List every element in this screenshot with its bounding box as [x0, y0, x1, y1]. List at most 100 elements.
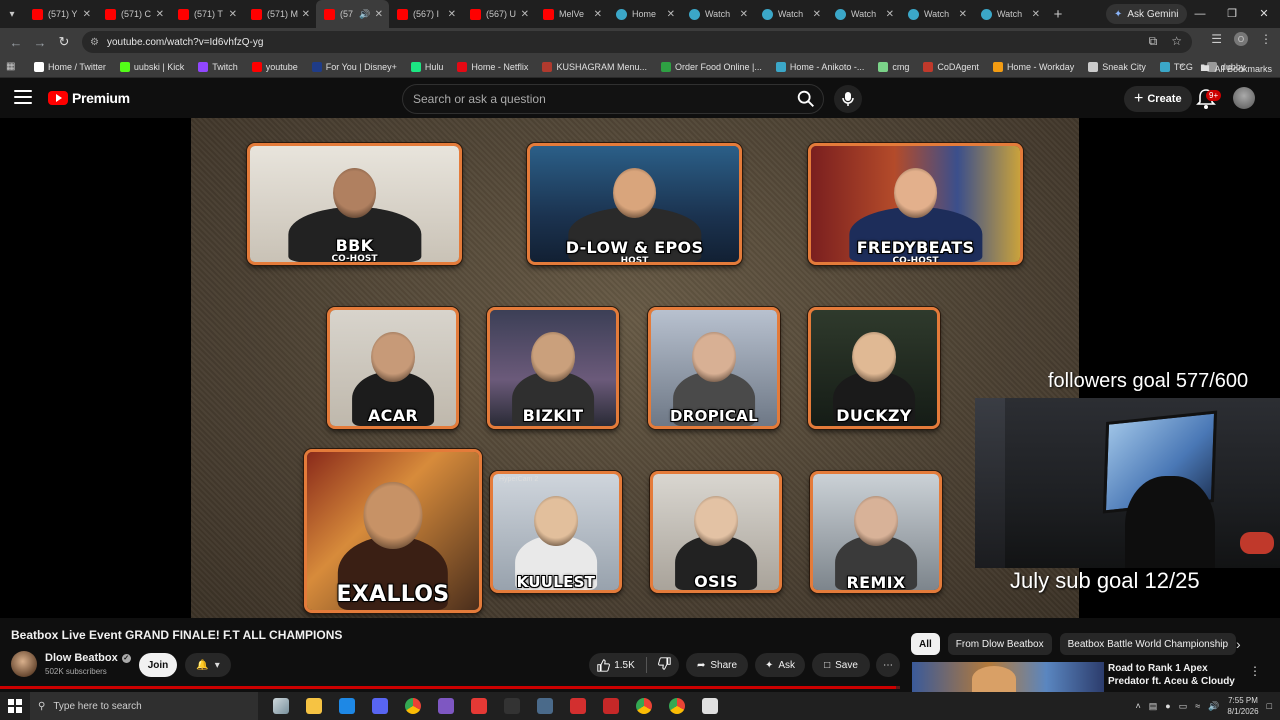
- chevron-right-icon[interactable]: ›: [1236, 636, 1241, 652]
- browser-tab[interactable]: Watch ✕: [827, 0, 900, 28]
- close-tab-icon[interactable]: ✕: [886, 9, 894, 20]
- browser-tab[interactable]: Watch ✕: [900, 0, 973, 28]
- network-icon[interactable]: ▤: [1149, 701, 1158, 712]
- browser-tab[interactable]: (571) T ✕: [170, 0, 243, 28]
- game-controller-icon[interactable]: [429, 692, 462, 720]
- restore-icon[interactable]: ❐: [1216, 0, 1248, 28]
- bookmark-item[interactable]: cmg: [878, 61, 909, 72]
- browser-tab[interactable]: (567) U ✕: [462, 0, 535, 28]
- browser-tab[interactable]: (567) I ✕: [389, 0, 462, 28]
- recommendation-menu-icon[interactable]: ⋮: [1249, 664, 1261, 678]
- tab-search-icon[interactable]: ▾: [0, 0, 24, 28]
- apps-grid-icon[interactable]: ▦: [6, 61, 22, 72]
- more-actions-button[interactable]: ⋯: [876, 653, 900, 677]
- close-tab-icon[interactable]: ✕: [302, 9, 310, 20]
- filter-chip[interactable]: Beatbox Battle World Championship: [1059, 633, 1237, 655]
- close-tab-icon[interactable]: ✕: [375, 9, 383, 20]
- chrome-alt-icon[interactable]: [660, 692, 693, 720]
- chrome-profile-icon[interactable]: [627, 692, 660, 720]
- discord-icon[interactable]: [363, 692, 396, 720]
- browser-menu-icon[interactable]: ⋮: [1260, 32, 1272, 46]
- adobe-icon[interactable]: [561, 692, 594, 720]
- save-button[interactable]: □ Save: [812, 653, 870, 677]
- dislike-button[interactable]: [657, 657, 671, 673]
- bookmark-item[interactable]: Twitch: [198, 61, 238, 72]
- bookmark-star-icon[interactable]: ☆: [1171, 34, 1182, 49]
- close-tab-icon[interactable]: ✕: [229, 9, 237, 20]
- close-tab-icon[interactable]: ✕: [959, 9, 967, 20]
- profile-avatar[interactable]: O: [1234, 32, 1248, 46]
- ask-button[interactable]: ✦ Ask: [755, 653, 805, 677]
- ask-gemini-button[interactable]: ✦ Ask Gemini: [1106, 4, 1187, 24]
- video-player[interactable]: BBK CO-HOST D-LOW & EPOS HOST FREDYBEATS CO-H…: [0, 118, 1280, 618]
- bookmark-item[interactable]: Order Food Online |...: [660, 61, 762, 72]
- steam-icon[interactable]: [528, 692, 561, 720]
- tab-groups-icon[interactable]: ☰: [1211, 32, 1222, 46]
- video-progress-bar[interactable]: [0, 686, 900, 689]
- close-tab-icon[interactable]: ✕: [156, 9, 164, 20]
- browser-tab[interactable]: (57 🔊 ✕: [316, 0, 389, 28]
- join-button[interactable]: Join: [139, 653, 177, 677]
- autocad-icon[interactable]: [594, 692, 627, 720]
- recommendation-title[interactable]: Road to Rank 1 Apex Predator ft. Aceu & …: [1108, 662, 1236, 688]
- wifi-icon[interactable]: ≈: [1195, 701, 1200, 711]
- channel-avatar[interactable]: [11, 651, 37, 677]
- all-bookmarks-button[interactable]: 🖿 All Bookmarks: [1200, 61, 1272, 77]
- bookmark-item[interactable]: KUSHAGRAM Menu...: [542, 61, 647, 72]
- forward-icon[interactable]: →: [28, 35, 52, 50]
- close-tab-icon[interactable]: ✕: [521, 9, 529, 20]
- browser-tab[interactable]: (571) Y ✕: [24, 0, 97, 28]
- site-info-icon[interactable]: ⚙: [90, 37, 99, 48]
- bookmark-item[interactable]: youtube: [251, 61, 298, 72]
- display-icon[interactable]: ▭: [1179, 701, 1188, 712]
- recommendation-thumbnail[interactable]: [912, 662, 1104, 692]
- minimize-icon[interactable]: —: [1184, 0, 1216, 28]
- voice-search-button[interactable]: [834, 85, 862, 113]
- obs-icon[interactable]: [495, 692, 528, 720]
- clock-app-icon[interactable]: [693, 692, 726, 720]
- bookmark-item[interactable]: TCG: [1159, 61, 1193, 72]
- close-tab-icon[interactable]: ✕: [594, 9, 602, 20]
- volume-icon[interactable]: 🔊: [1208, 701, 1219, 712]
- close-window-icon[interactable]: ✕: [1248, 0, 1280, 28]
- bookmark-item[interactable]: Hulu: [410, 61, 443, 72]
- close-tab-icon[interactable]: ✕: [448, 9, 456, 20]
- microphone-tray-icon[interactable]: ●: [1165, 701, 1170, 711]
- channel-name-link[interactable]: Dlow Beatbox ✓: [45, 652, 131, 664]
- bookmark-item[interactable]: Home - Anikoto -...: [775, 61, 864, 72]
- bookmark-item[interactable]: Sneak City: [1088, 61, 1146, 72]
- browser-tab[interactable]: Watch ✕: [681, 0, 754, 28]
- browser-tab[interactable]: (571) M ✕: [243, 0, 316, 28]
- windows-start-icon[interactable]: [0, 692, 30, 720]
- account-avatar[interactable]: [1233, 87, 1255, 109]
- bookmark-item[interactable]: CoDAgent: [923, 61, 979, 72]
- search-icon[interactable]: [795, 88, 817, 110]
- like-button[interactable]: 1.5K: [597, 658, 635, 672]
- notifications-center-icon[interactable]: □: [1267, 701, 1272, 711]
- bookmark-item[interactable]: For You | Disney+: [311, 61, 397, 72]
- speaker-icon[interactable]: 🔊: [359, 9, 370, 20]
- guide-menu-icon[interactable]: [14, 90, 32, 104]
- bookmark-item[interactable]: Home / Twitter: [34, 61, 106, 72]
- create-button[interactable]: + Create: [1124, 86, 1192, 112]
- subscribed-notifications-button[interactable]: 🔔 ▾: [185, 653, 231, 677]
- bookmark-item[interactable]: Home - Netflix: [457, 61, 528, 72]
- close-tab-icon[interactable]: ✕: [83, 9, 91, 20]
- browser-tab[interactable]: (571) C ✕: [97, 0, 170, 28]
- url-bar[interactable]: ⚙ youtube.com/watch?v=Id6vhfzQ-yg ⧉ ☆: [82, 31, 1192, 53]
- close-tab-icon[interactable]: ✕: [1032, 9, 1040, 20]
- taskbar-search-box[interactable]: ⚲ Type here to search: [30, 692, 258, 720]
- file-explorer-icon[interactable]: [297, 692, 330, 720]
- chrome-icon[interactable]: [396, 692, 429, 720]
- search-input[interactable]: Search or ask a question: [402, 84, 824, 114]
- bookmark-item[interactable]: uubski | Kick: [119, 61, 184, 72]
- edge-icon[interactable]: [330, 692, 363, 720]
- new-tab-button[interactable]: +: [1046, 6, 1070, 23]
- youtube-logo[interactable]: Premium: [48, 90, 130, 106]
- filter-chip[interactable]: All: [911, 633, 940, 655]
- filter-chip[interactable]: From Dlow Beatbox: [947, 633, 1052, 655]
- clock[interactable]: 7:55 PM 8/1/2026: [1227, 695, 1258, 717]
- close-tab-icon[interactable]: ✕: [667, 9, 675, 20]
- chevron-up-icon[interactable]: ˄: [1136, 701, 1141, 711]
- share-button[interactable]: ➦ Share: [686, 653, 748, 677]
